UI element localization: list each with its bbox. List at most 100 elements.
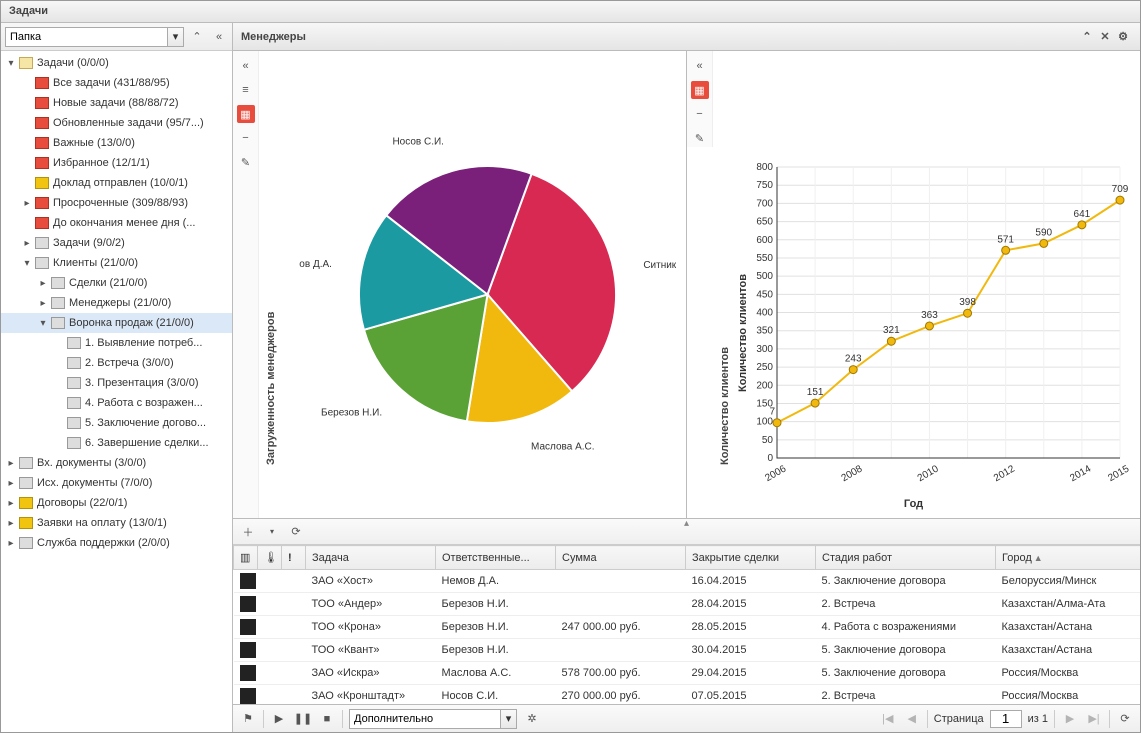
chart-icon[interactable]: ▦	[691, 81, 709, 99]
expand-icon[interactable]: ▾	[37, 317, 49, 329]
column-header[interactable]: Ответственные...	[436, 546, 556, 570]
tree-node[interactable]: 2. Встреча (3/0/0)	[1, 353, 232, 373]
tree-node[interactable]: Новые задачи (88/88/72)	[1, 93, 232, 113]
tree-node[interactable]: Обновленные задачи (95/7...)	[1, 113, 232, 133]
edit-icon[interactable]: ✎	[691, 129, 709, 147]
expand-icon[interactable]	[53, 337, 65, 349]
expand-icon[interactable]	[21, 77, 33, 89]
close-icon[interactable]: ✕	[1096, 28, 1114, 46]
pause-icon[interactable]: ❚❚	[294, 710, 312, 728]
column-header[interactable]: ▥	[234, 546, 258, 570]
tree-node[interactable]: ▸Служба поддержки (2/0/0)	[1, 533, 232, 553]
tree-node[interactable]: Избранное (12/1/1)	[1, 153, 232, 173]
table-row[interactable]: ЗАО «Кронштадт»Носов С.И.270 000.00 руб.…	[234, 685, 1141, 705]
expand-icon[interactable]	[21, 117, 33, 129]
list-icon[interactable]: ≡	[237, 81, 255, 99]
expand-icon[interactable]: ▸	[5, 537, 17, 549]
tree-node[interactable]: ▾Клиенты (21/0/0)	[1, 253, 232, 273]
tree-node[interactable]: ▸Сделки (21/0/0)	[1, 273, 232, 293]
expand-icon[interactable]: ▸	[5, 517, 17, 529]
tree-node[interactable]: ▾Воронка продаж (21/0/0)	[1, 313, 232, 333]
expand-icon[interactable]: ▸	[5, 477, 17, 489]
page-input[interactable]	[990, 710, 1022, 728]
collapse-up-icon[interactable]: ⌃	[188, 28, 206, 46]
tree-node[interactable]: ▸Исх. документы (7/0/0)	[1, 473, 232, 493]
edit-icon[interactable]: ✎	[237, 153, 255, 171]
expand-icon[interactable]	[53, 417, 65, 429]
settings-nav-icon[interactable]: ✲	[523, 710, 541, 728]
table-row[interactable]: ЗАО «Хост»Немов Д.А.16.04.20155. Заключе…	[234, 570, 1141, 593]
chevron-down-icon[interactable]: ▾	[263, 523, 281, 541]
tree-node[interactable]: 6. Завершение сделки...	[1, 433, 232, 453]
next-page-icon[interactable]: ▶	[1061, 710, 1079, 728]
refresh-icon[interactable]: ⟳	[1116, 710, 1134, 728]
column-header[interactable]: Сумма	[556, 546, 686, 570]
collapse-left-icon[interactable]: «	[237, 57, 255, 75]
tree-node[interactable]: ▸Задачи (9/0/2)	[1, 233, 232, 253]
expand-icon[interactable]	[53, 397, 65, 409]
collapse-up-icon[interactable]: ⌃	[1078, 28, 1096, 46]
expand-icon[interactable]: ▸	[21, 237, 33, 249]
last-page-icon[interactable]: ▶|	[1085, 710, 1103, 728]
column-header[interactable]: 🌡	[258, 546, 282, 570]
tree-node[interactable]: Доклад отправлен (10/0/1)	[1, 173, 232, 193]
extra-combo[interactable]: ▾	[349, 709, 517, 729]
column-header[interactable]: Закрытие сделки	[686, 546, 816, 570]
tree-node[interactable]: ▾Задачи (0/0/0)	[1, 53, 232, 73]
expand-icon[interactable]	[21, 157, 33, 169]
expand-icon[interactable]	[21, 137, 33, 149]
column-header[interactable]: Стадия работ	[816, 546, 996, 570]
expand-icon[interactable]	[53, 377, 65, 389]
refresh-icon[interactable]: ⟳	[287, 523, 305, 541]
expand-icon[interactable]	[53, 437, 65, 449]
expand-icon[interactable]: ▸	[5, 457, 17, 469]
expand-icon[interactable]: ▸	[21, 197, 33, 209]
tree-node[interactable]: До окончания менее дня (...	[1, 213, 232, 233]
expand-icon[interactable]	[21, 177, 33, 189]
data-grid[interactable]: ▥🌡!ЗадачаОтветственные...СуммаЗакрытие с…	[233, 545, 1140, 704]
tree-node[interactable]: ▸Вх. документы (3/0/0)	[1, 453, 232, 473]
stop-icon[interactable]: ■	[318, 710, 336, 728]
expand-icon[interactable]: ▸	[37, 277, 49, 289]
table-row[interactable]: ТОО «Крона»Березов Н.И.247 000.00 руб.28…	[234, 616, 1141, 639]
table-row[interactable]: ТОО «Квант»Березов Н.И.30.04.20155. Закл…	[234, 639, 1141, 662]
minus-icon[interactable]: −	[691, 105, 709, 123]
expand-icon[interactable]: ▸	[37, 297, 49, 309]
expand-icon[interactable]: ▾	[21, 257, 33, 269]
tree-node[interactable]: 1. Выявление потреб...	[1, 333, 232, 353]
gear-icon[interactable]: ⚙	[1114, 28, 1132, 46]
folder-combo[interactable]: ▾	[5, 27, 184, 47]
chevron-down-icon[interactable]: ▾	[167, 28, 183, 46]
tree-node[interactable]: ▸Заявки на оплату (13/0/1)	[1, 513, 232, 533]
add-icon[interactable]: ＋	[239, 523, 257, 541]
chart-icon[interactable]: ▦	[237, 105, 255, 123]
column-header[interactable]: !	[282, 546, 306, 570]
folder-tree[interactable]: ▾Задачи (0/0/0)Все задачи (431/88/95)Нов…	[1, 51, 232, 732]
first-page-icon[interactable]: |◀	[879, 710, 897, 728]
table-row[interactable]: ЗАО «Искра»Маслова А.С.578 700.00 руб.29…	[234, 662, 1141, 685]
tree-node[interactable]: ▸Договоры (22/0/1)	[1, 493, 232, 513]
expand-icon[interactable]: ▾	[5, 57, 17, 69]
tree-node[interactable]: 4. Работа с возражен...	[1, 393, 232, 413]
collapse-left-icon[interactable]: «	[691, 57, 709, 75]
chevron-down-icon[interactable]: ▾	[500, 710, 516, 728]
expand-icon[interactable]	[21, 217, 33, 229]
expand-icon[interactable]: ▸	[5, 497, 17, 509]
play-icon[interactable]: ▶	[270, 710, 288, 728]
table-row[interactable]: ТОО «Андер»Березов Н.И.28.04.20152. Встр…	[234, 593, 1141, 616]
prev-page-icon[interactable]: ◀	[903, 710, 921, 728]
tree-node[interactable]: 5. Заключение догово...	[1, 413, 232, 433]
folder-input[interactable]	[6, 28, 167, 46]
collapse-left-icon[interactable]: «	[210, 28, 228, 46]
flag-icon[interactable]: ⚑	[239, 710, 257, 728]
expand-icon[interactable]	[53, 357, 65, 369]
minus-icon[interactable]: −	[237, 129, 255, 147]
tree-node[interactable]: ▸Просроченные (309/88/93)	[1, 193, 232, 213]
column-header[interactable]: Город▲	[996, 546, 1141, 570]
column-header[interactable]: Задача	[306, 546, 436, 570]
tree-node[interactable]: Важные (13/0/0)	[1, 133, 232, 153]
tree-node[interactable]: ▸Менеджеры (21/0/0)	[1, 293, 232, 313]
tree-node[interactable]: 3. Презентация (3/0/0)	[1, 373, 232, 393]
expand-up-icon[interactable]: ▴	[684, 518, 689, 529]
tree-node[interactable]: Все задачи (431/88/95)	[1, 73, 232, 93]
